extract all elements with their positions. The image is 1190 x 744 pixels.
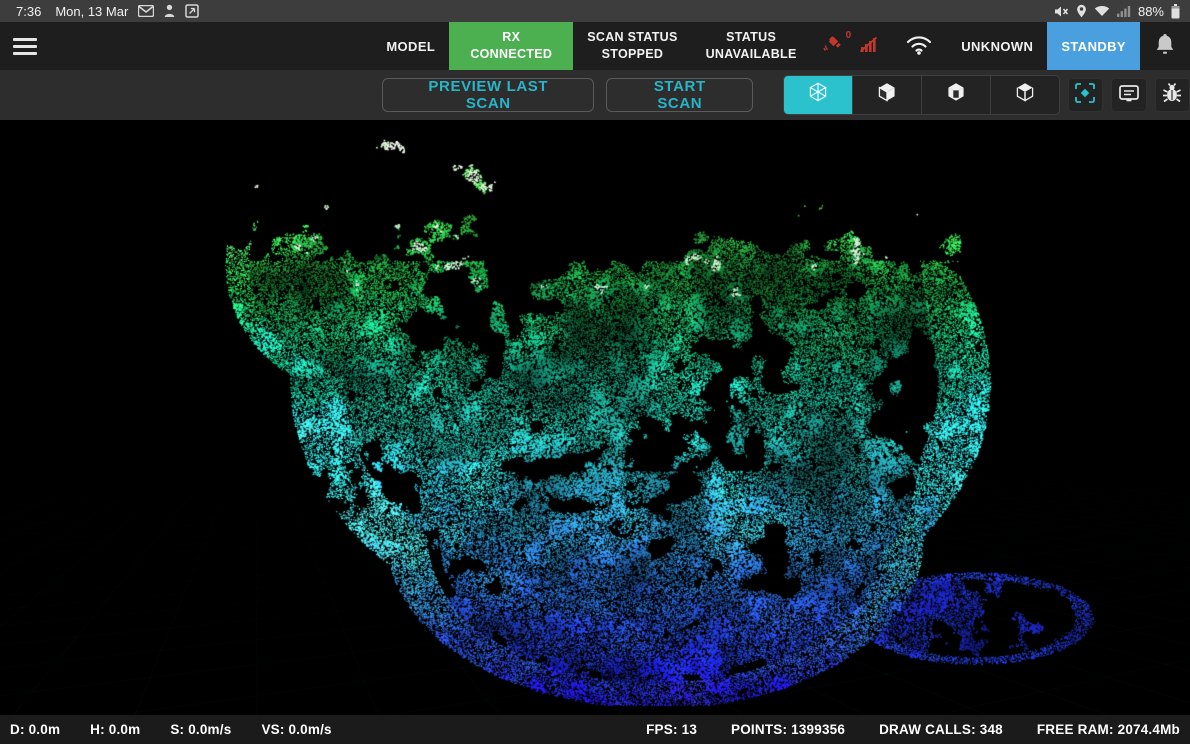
fps-stat: FPS: 13 — [646, 722, 697, 737]
scan-status-indicator: SCAN STATUS STOPPED — [573, 22, 691, 70]
focus-target-icon — [1073, 81, 1097, 110]
cube-wireframe-icon — [805, 80, 831, 111]
point-cloud-canvas[interactable] — [0, 120, 1190, 715]
menu-button[interactable] — [0, 22, 50, 70]
bug-icon — [1160, 81, 1184, 110]
wifi-connection-indicator — [891, 22, 947, 70]
speed-stat: S: 0.0m/s — [170, 722, 231, 737]
app-header: MODEL RX CONNECTED SCAN STATUS STOPPED S… — [0, 22, 1190, 70]
wifi-icon — [905, 34, 933, 59]
battery-icon — [1171, 4, 1180, 19]
recenter-view-button[interactable] — [1068, 78, 1103, 112]
cube-solid-top-icon — [1012, 80, 1038, 111]
status-bar-system-icons: 88% — [1054, 4, 1180, 19]
volume-muted-icon — [1054, 5, 1069, 18]
scan-toolbar: PREVIEW LAST SCAN START SCAN — [0, 70, 1190, 120]
cube-solid-left-icon — [874, 80, 900, 111]
connection-name-label: UNKNOWN — [947, 22, 1047, 70]
rx-status-line1: RX — [502, 29, 520, 46]
draw-calls-stat: DRAW CALLS: 348 — [879, 722, 1003, 737]
rx-status-line2: CONNECTED — [470, 46, 552, 63]
start-scan-button[interactable]: START SCAN — [606, 78, 753, 112]
motion-stats: D: 0.0m H: 0.0m S: 0.0m/s VS: 0.0m/s — [10, 722, 332, 737]
hamburger-icon — [13, 38, 37, 55]
gnss-satellite-indicator: 0 — [821, 32, 852, 61]
model-label: MODEL — [372, 22, 449, 70]
rx-status-button[interactable]: RX CONNECTED — [449, 22, 573, 70]
free-ram-stat: FREE RAM: 2074.4Mb — [1037, 722, 1180, 737]
bell-icon — [1154, 32, 1176, 61]
view-mode-selector — [783, 75, 1059, 115]
clock-text: 7:36 — [16, 4, 41, 19]
cellular-signal-icon — [1117, 5, 1131, 17]
scan-status-line1: SCAN STATUS — [587, 29, 677, 46]
battery-percent-text: 88% — [1138, 4, 1164, 19]
cube-solid-front-icon — [943, 80, 969, 111]
wifi-status-icon — [1094, 5, 1110, 17]
telemetry-footer: D: 0.0m H: 0.0m S: 0.0m/s VS: 0.0m/s FPS… — [0, 715, 1190, 744]
device-status-line1: STATUS — [726, 29, 776, 46]
location-icon — [1076, 4, 1087, 18]
notifications-button[interactable] — [1140, 22, 1190, 70]
preview-last-scan-button[interactable]: PREVIEW LAST SCAN — [382, 78, 594, 112]
vertical-speed-stat: VS: 0.0m/s — [261, 722, 331, 737]
date-text: Mon, 13 Mar — [55, 4, 128, 19]
point-cloud-viewport[interactable] — [0, 120, 1190, 715]
android-status-bar: 7:36 Mon, 13 Mar 88% — [0, 0, 1190, 22]
console-display-icon — [1117, 81, 1141, 110]
scan-status-line2: STOPPED — [602, 46, 664, 63]
debug-button[interactable] — [1155, 78, 1190, 112]
distance-stat: D: 0.0m — [10, 722, 60, 737]
gnss-indicators: 0 — [811, 22, 892, 70]
console-log-button[interactable] — [1111, 78, 1146, 112]
no-signal-icon — [857, 32, 881, 61]
person-notification-icon — [164, 4, 175, 18]
header-status-group: MODEL RX CONNECTED SCAN STATUS STOPPED S… — [372, 22, 1190, 70]
points-stat: POINTS: 1399356 — [731, 722, 845, 737]
standby-button[interactable]: STANDBY — [1047, 22, 1140, 70]
view-mode-wireframe-button[interactable] — [784, 76, 853, 114]
view-mode-solid-front-button[interactable] — [922, 76, 991, 114]
gnss-satellite-count: 0 — [846, 30, 852, 41]
screen-capture-notification-icon — [185, 4, 199, 18]
gmail-notification-icon — [138, 5, 154, 17]
satellite-icon — [821, 32, 845, 61]
view-mode-solid-left-button[interactable] — [853, 76, 922, 114]
render-stats: FPS: 13 POINTS: 1399356 DRAW CALLS: 348 … — [646, 722, 1180, 737]
device-status-indicator: STATUS UNAVAILABLE — [692, 22, 811, 70]
height-stat: H: 0.0m — [90, 722, 140, 737]
view-mode-solid-top-button[interactable] — [991, 76, 1059, 114]
device-status-line2: UNAVAILABLE — [706, 46, 797, 63]
